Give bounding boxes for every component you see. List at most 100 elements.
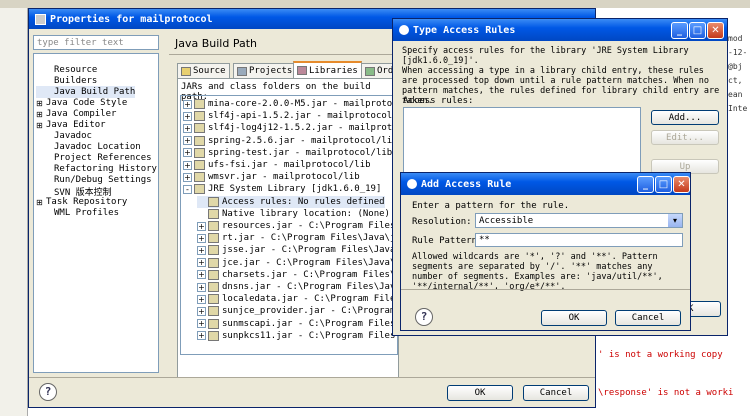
build-path-entry[interactable]: + slf4j-log4j12-1.5.2.jar - mailprotocol/… bbox=[183, 122, 397, 134]
aar-cancel-button[interactable]: Cancel bbox=[615, 310, 681, 326]
expand-icon[interactable]: + bbox=[183, 136, 192, 146]
console-line: ' is not a working copy bbox=[598, 350, 723, 360]
edit-button[interactable]: Edit... bbox=[651, 130, 719, 145]
minimize-button[interactable]: _ bbox=[671, 22, 688, 39]
build-path-entry[interactable]: + sunpkcs11.jar - C:\Program Files\Java\j… bbox=[197, 330, 397, 342]
help-icon[interactable]: ? bbox=[39, 383, 57, 401]
expand-icon[interactable]: + bbox=[197, 306, 206, 316]
build-path-entry[interactable]: + slf4j-api-1.5.2.jar - mailprotocol/lib bbox=[183, 110, 397, 122]
properties-title: Properties for mailprotocol bbox=[50, 13, 213, 25]
chevron-down-icon[interactable]: ▾ bbox=[668, 214, 682, 227]
build-path-entry[interactable]: + dnsns.jar - C:\Program Files\Java\jd bbox=[197, 281, 397, 293]
jar-icon bbox=[208, 306, 219, 317]
expand-icon[interactable]: + bbox=[197, 221, 206, 231]
build-path-entry[interactable]: Access rules: No rules defined bbox=[197, 195, 385, 208]
resolution-select[interactable]: Accessible ▾ bbox=[475, 213, 683, 228]
expand-icon[interactable]: ⊞ bbox=[36, 198, 46, 207]
build-path-entry[interactable]: + jce.jar - C:\Program Files\Java\jdk bbox=[197, 257, 398, 269]
jar-icon bbox=[208, 269, 219, 280]
nav-item-label: Resource bbox=[54, 65, 98, 75]
expand-icon[interactable]: ⊞ bbox=[36, 121, 46, 130]
expand-icon[interactable]: ⊞ bbox=[36, 110, 46, 119]
ok-button[interactable]: OK bbox=[447, 385, 513, 401]
build-path-entry[interactable]: - JRE System Library [jdk1.6.0_19] bbox=[183, 183, 381, 195]
close-button[interactable]: ✕ bbox=[707, 22, 724, 39]
build-path-entry[interactable]: + spring-test.jar - mailprotocol/lib bbox=[183, 147, 392, 159]
pattern-input[interactable]: ** bbox=[475, 233, 683, 247]
build-path-entry[interactable]: + sunjce_provider.jar - C:\Program Fil bbox=[197, 305, 397, 317]
help-icon[interactable]: ? bbox=[415, 308, 433, 326]
build-path-entry[interactable]: + jsse.jar - C:\Program Files\Java\jdk1. bbox=[197, 244, 397, 256]
cancel-button[interactable]: Cancel bbox=[523, 385, 589, 401]
nav-item-label: WML Profiles bbox=[54, 208, 120, 218]
build-path-entry[interactable]: + rt.jar - C:\Program Files\Java\jdk1. bbox=[197, 232, 397, 244]
build-path-entry[interactable]: + sunmscapi.jar - C:\Program Files\Java bbox=[197, 318, 397, 330]
build-path-entry[interactable]: Native library location: (None) bbox=[197, 208, 390, 220]
eclipse-window-icon bbox=[35, 13, 46, 25]
tab-libraries[interactable]: Libraries bbox=[293, 61, 362, 78]
expand-icon[interactable]: + bbox=[197, 282, 206, 292]
build-path-entry[interactable]: + resources.jar - C:\Program Files\Java bbox=[197, 220, 397, 232]
filter-input[interactable]: type filter text bbox=[33, 35, 159, 50]
jar-icon bbox=[194, 111, 205, 122]
minimize-button[interactable]: _ bbox=[637, 176, 654, 193]
build-path-label: spring-test.jar - mailprotocol/lib bbox=[208, 147, 393, 158]
build-path-label: resources.jar - C:\Program Files\Java bbox=[222, 221, 397, 231]
jar-icon bbox=[208, 318, 219, 329]
close-button[interactable]: ✕ bbox=[673, 176, 690, 193]
folder-icon bbox=[181, 66, 191, 76]
expand-icon[interactable]: + bbox=[183, 111, 192, 121]
tab-projects[interactable]: Projects bbox=[233, 63, 297, 78]
jar-icon bbox=[194, 184, 205, 195]
jar-icon bbox=[194, 160, 205, 170]
nav-item-label: Builders bbox=[54, 76, 98, 86]
collapse-icon[interactable]: - bbox=[183, 184, 192, 194]
tab-label: Ord bbox=[377, 66, 394, 76]
divider bbox=[401, 289, 690, 290]
build-path-entry[interactable]: + localedata.jar - C:\Program Files\Ja bbox=[197, 293, 397, 305]
add-access-rule-dialog: Add Access Rule _ □ ✕ Enter a pattern fo… bbox=[400, 172, 691, 331]
nav-item-label: Run/Debug Settings bbox=[54, 175, 152, 185]
expand-icon[interactable]: + bbox=[197, 319, 206, 329]
expand-icon[interactable]: + bbox=[183, 99, 192, 109]
eclipse-window-icon bbox=[399, 25, 409, 35]
rule-icon bbox=[208, 208, 219, 219]
build-path-label: jce.jar - C:\Program Files\Java\jdk bbox=[222, 257, 398, 268]
expand-icon[interactable]: + bbox=[183, 123, 192, 133]
expand-icon[interactable]: + bbox=[197, 331, 206, 341]
aar-ok-button[interactable]: OK bbox=[541, 310, 607, 326]
nav-item-label: Javadoc Location bbox=[54, 142, 141, 152]
maximize-button[interactable]: □ bbox=[655, 176, 672, 193]
expand-icon[interactable]: + bbox=[183, 160, 192, 170]
build-path-entry[interactable]: + charsets.jar - C:\Program Files\Java bbox=[197, 269, 398, 281]
add-button[interactable]: Add... bbox=[651, 110, 719, 125]
build-path-label: JRE System Library [jdk1.6.0_19] bbox=[208, 184, 382, 195]
build-path-label: slf4j-log4j12-1.5.2.jar - mailprotocol/l bbox=[208, 123, 397, 134]
aar-prompt: Enter a pattern for the rule. bbox=[412, 201, 570, 211]
expand-icon[interactable]: + bbox=[197, 294, 206, 304]
expand-icon[interactable]: + bbox=[183, 172, 192, 182]
project-icon bbox=[237, 66, 247, 76]
build-path-entry[interactable]: + spring-2.5.6.jar - mailprotocol/lib bbox=[183, 135, 397, 147]
tab-source[interactable]: Source bbox=[177, 63, 230, 78]
expand-icon[interactable]: + bbox=[197, 270, 206, 280]
jar-icon bbox=[208, 330, 219, 341]
expand-icon[interactable]: + bbox=[197, 245, 206, 255]
expand-icon[interactable]: + bbox=[197, 233, 206, 243]
build-path-label: sunmscapi.jar - C:\Program Files\Java bbox=[222, 318, 397, 329]
expand-icon[interactable]: + bbox=[183, 148, 192, 158]
build-path-label: sunpkcs11.jar - C:\Program Files\Java\jd… bbox=[222, 330, 397, 341]
libraries-panel: JARs and class folders on the build path… bbox=[177, 78, 399, 378]
build-path-entry[interactable]: + mina-core-2.0.0-M5.jar - mailprotocol/l bbox=[183, 98, 397, 110]
resolution-value: Accessible bbox=[479, 215, 534, 226]
expand-icon[interactable] bbox=[197, 197, 206, 206]
pattern-label: Rule Pattern: bbox=[412, 236, 483, 246]
expand-icon[interactable] bbox=[197, 209, 206, 218]
maximize-button[interactable]: □ bbox=[689, 22, 706, 39]
expand-icon[interactable]: + bbox=[197, 258, 206, 268]
expand-icon[interactable]: ⊞ bbox=[36, 99, 46, 108]
build-path-entry[interactable]: + ufs-fsi.jar - mailprotocol/lib bbox=[183, 159, 371, 171]
build-path-entry[interactable]: + wmsvr.jar - mailprotocol/lib bbox=[183, 171, 360, 183]
nav-item[interactable]: WML Profiles bbox=[36, 207, 119, 219]
build-path-label: charsets.jar - C:\Program Files\Java bbox=[222, 269, 398, 280]
